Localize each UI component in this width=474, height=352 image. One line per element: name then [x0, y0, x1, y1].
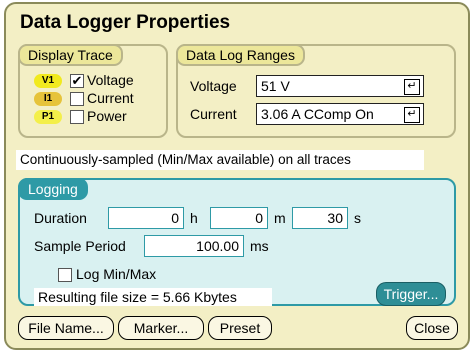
logging-group: Logging Duration 0 h 0 m 30 s Sample Per…	[18, 178, 456, 306]
log-minmax-checkbox[interactable]	[58, 268, 72, 282]
logging-label: Logging	[18, 178, 88, 200]
current-range-value: 3.06 A CComp On	[261, 106, 374, 122]
enter-icon[interactable]: ↵	[404, 107, 420, 123]
voltage-range-field[interactable]: 51 V ↵	[256, 75, 424, 97]
trace-tag-v1: V1	[34, 74, 62, 88]
dialog-window: Data Logger Properties Display Trace V1 …	[4, 2, 470, 350]
current-trace-label: Current	[87, 90, 134, 106]
voltage-range-value: 51 V	[261, 78, 290, 94]
duration-minutes-input[interactable]: 0	[210, 207, 268, 229]
sampling-status-text: Continuously-sampled (Min/Max available)…	[16, 150, 424, 170]
power-trace-label: Power	[87, 108, 127, 124]
trace-tag-p1: P1	[34, 110, 62, 124]
seconds-unit: s	[354, 210, 361, 226]
duration-hours-input[interactable]: 0	[108, 207, 184, 229]
log-minmax-label: Log Min/Max	[76, 266, 157, 282]
hours-unit: h	[190, 210, 198, 226]
current-range-field[interactable]: 3.06 A CComp On ↵	[256, 103, 424, 125]
power-checkbox[interactable]	[70, 110, 84, 124]
display-trace-label: Display Trace	[18, 44, 123, 66]
duration-seconds-input[interactable]: 30	[292, 207, 348, 229]
voltage-checkbox[interactable]: ✔	[70, 74, 84, 88]
dialog-title: Data Logger Properties	[20, 12, 231, 33]
enter-icon[interactable]: ↵	[404, 79, 420, 95]
trace-tag-i1: I1	[34, 92, 62, 106]
sample-period-input[interactable]: 100.00	[144, 235, 244, 257]
duration-label: Duration	[34, 210, 87, 226]
sample-period-label: Sample Period	[34, 238, 126, 254]
trigger-button[interactable]: Trigger...	[376, 282, 446, 306]
data-log-ranges-label: Data Log Ranges	[176, 44, 305, 66]
close-button[interactable]: Close	[406, 316, 458, 340]
preset-button[interactable]: Preset	[208, 316, 272, 340]
data-log-ranges-group: Data Log Ranges Voltage 51 V ↵ Current 3…	[176, 44, 456, 138]
marker-button[interactable]: Marker...	[118, 316, 204, 340]
current-range-label: Current	[190, 106, 237, 122]
minutes-unit: m	[274, 210, 286, 226]
current-checkbox[interactable]	[70, 92, 84, 106]
voltage-range-label: Voltage	[190, 78, 237, 94]
display-trace-group: Display Trace V1 ✔ Voltage I1 Current P1…	[18, 44, 168, 138]
file-size-text: Resulting file size = 5.66 Kbytes	[34, 288, 272, 306]
file-name-button[interactable]: File Name...	[18, 316, 114, 340]
sample-period-unit: ms	[250, 238, 269, 254]
voltage-trace-label: Voltage	[87, 72, 134, 88]
